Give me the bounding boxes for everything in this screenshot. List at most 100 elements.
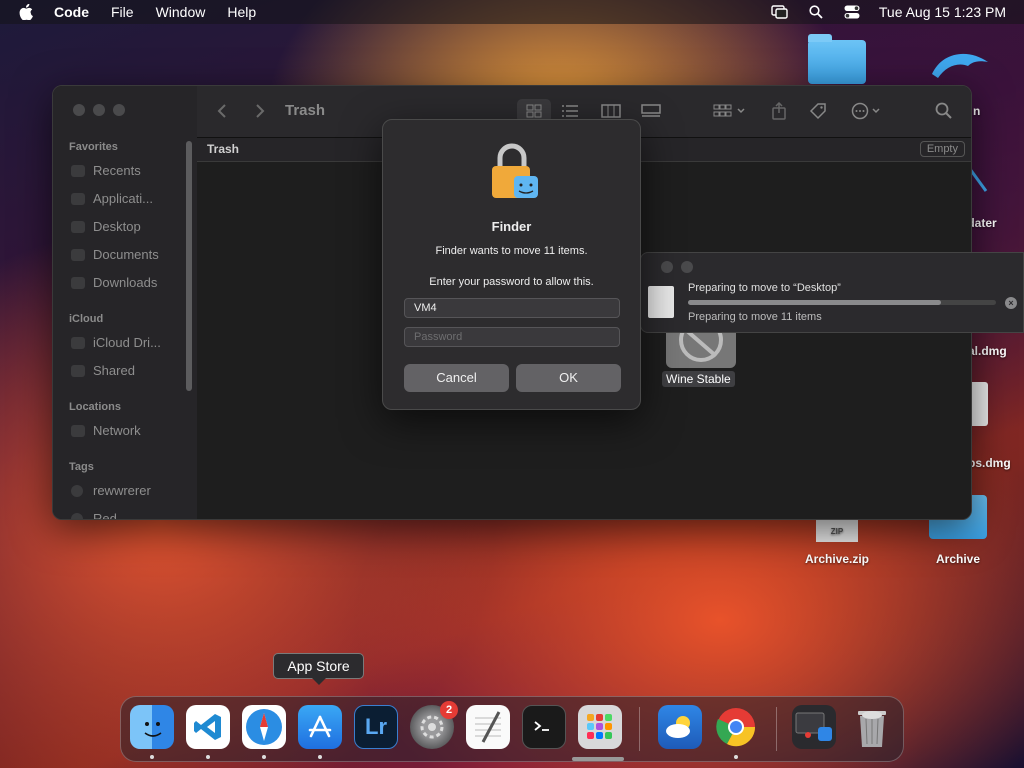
downloads-icon xyxy=(71,277,85,289)
menu-window[interactable]: Window xyxy=(156,4,206,20)
progress-minimize-button[interactable] xyxy=(661,261,673,273)
desktop-label-dmg1: al.dmg xyxy=(968,344,1007,358)
desktop-dolphin-app[interactable]: n xyxy=(925,44,995,118)
progress-zoom-button[interactable] xyxy=(681,261,693,273)
sidebar-item-shared[interactable]: Shared xyxy=(93,363,135,378)
launchpad-dock-icon[interactable] xyxy=(578,705,622,749)
menu-help[interactable]: Help xyxy=(227,4,256,20)
safari-dock-icon[interactable] xyxy=(242,705,286,749)
password-dialog: Finder Finder wants to move 11 items. En… xyxy=(382,119,641,410)
vscode-dock-icon[interactable] xyxy=(186,705,230,749)
close-button[interactable] xyxy=(73,104,85,116)
cancel-move-icon[interactable]: × xyxy=(1005,297,1017,309)
back-chevron-icon[interactable] xyxy=(217,100,227,122)
clock-icon xyxy=(71,165,85,177)
desktop-label-dmg2: ps.dmg xyxy=(968,456,1011,470)
sidebar-item-tag-red[interactable]: Red xyxy=(93,511,117,519)
gallery-view-icon[interactable] xyxy=(641,100,661,122)
tag-icon[interactable] xyxy=(809,100,827,122)
lightroom-dock-icon[interactable]: Lr xyxy=(354,705,398,749)
sidebar-section-favorites: Favorites xyxy=(69,141,118,153)
spotlight-search-icon[interactable] xyxy=(807,4,825,20)
lightroom-label: Lr xyxy=(365,714,387,739)
dock-separator xyxy=(776,707,777,751)
tag-dot-icon xyxy=(71,485,83,497)
search-icon[interactable] xyxy=(935,100,953,122)
document-icon xyxy=(648,286,674,318)
app-store-dock-icon[interactable] xyxy=(298,705,342,749)
empty-trash-button[interactable]: Empty xyxy=(919,141,965,157)
dock: Lr 2 xyxy=(120,696,904,762)
running-indicator xyxy=(150,755,154,759)
wine-stable-label[interactable]: Wine Stable xyxy=(662,371,735,387)
sidebar-item-network[interactable]: Network xyxy=(93,423,141,438)
more-actions-icon[interactable] xyxy=(851,100,883,122)
cancel-button[interactable]: Cancel xyxy=(404,364,509,392)
dock-tooltip: App Store xyxy=(273,653,364,685)
dolphin-icon xyxy=(932,53,988,78)
desktop-archive-zip[interactable]: ZIP Archive.zip xyxy=(800,518,874,566)
sidebar-item-downloads[interactable]: Downloads xyxy=(93,275,157,290)
password-field[interactable] xyxy=(404,327,620,347)
desktop-folder-icon[interactable] xyxy=(806,34,868,84)
sidebar-section-locations: Locations xyxy=(69,401,121,413)
dock-separator xyxy=(639,707,640,751)
trash-title: Trash xyxy=(207,142,240,156)
textedit-dock-icon[interactable] xyxy=(466,705,510,749)
menu-app-name[interactable]: Code xyxy=(54,4,89,20)
progress-window-controls xyxy=(641,261,693,273)
window-controls xyxy=(73,104,125,116)
documents-icon xyxy=(71,249,85,261)
menu-clock[interactable]: Tue Aug 15 1:23 PM xyxy=(879,4,1006,20)
finder-sidebar: Favorites Recents Applicati... Desktop D… xyxy=(53,86,197,519)
forward-chevron-icon[interactable] xyxy=(255,100,265,122)
dock-scroll-indicator xyxy=(572,757,624,761)
ok-button[interactable]: OK xyxy=(516,364,621,392)
menu-bar: Code File Window Help Tue Aug 15 1:23 PM xyxy=(0,0,1024,24)
progress-bar-fill xyxy=(688,300,941,305)
username-field[interactable]: VM4 xyxy=(404,298,620,318)
share-icon[interactable] xyxy=(771,100,787,122)
running-indicator xyxy=(262,755,266,759)
sidebar-item-icloud-drive[interactable]: iCloud Dri... xyxy=(93,335,161,350)
red-tag-icon xyxy=(71,513,83,519)
chrome-dock-icon[interactable] xyxy=(714,705,758,749)
sidebar-scrollbar[interactable] xyxy=(186,141,192,391)
running-indicator xyxy=(206,755,210,759)
notification-badge: 2 xyxy=(440,701,458,719)
zoom-button[interactable] xyxy=(113,104,125,116)
menu-file[interactable]: File xyxy=(111,4,134,20)
sidebar-item-documents[interactable]: Documents xyxy=(93,247,159,262)
dialog-prompt: Enter your password to allow this. xyxy=(429,276,594,288)
applications-icon xyxy=(71,193,85,205)
downloads-stack-icon[interactable] xyxy=(792,705,836,749)
wine-stable-icon[interactable] xyxy=(666,318,736,368)
move-progress-window: Preparing to move to “Desktop” Preparing… xyxy=(640,252,1024,333)
progress-bar xyxy=(688,300,996,305)
control-center-icon[interactable] xyxy=(843,4,861,20)
desktop-label-partial: n xyxy=(973,104,981,118)
desktop-label-archive-zip: Archive.zip xyxy=(804,552,870,566)
screen-mirroring-icon[interactable] xyxy=(771,4,789,20)
desktop-dmg-file-1[interactable]: al.dmg xyxy=(968,344,1024,358)
zip-file-icon: ZIP xyxy=(816,518,858,542)
system-settings-dock-icon[interactable]: 2 xyxy=(410,701,458,749)
group-by-icon[interactable] xyxy=(713,100,747,122)
terminal-dock-icon[interactable] xyxy=(522,705,566,749)
sidebar-item-desktop[interactable]: Desktop xyxy=(93,219,141,234)
sidebar-item-tag-rewwrerer[interactable]: rewwrerer xyxy=(93,483,151,498)
sidebar-item-applications[interactable]: Applicati... xyxy=(93,191,153,206)
minimize-button[interactable] xyxy=(93,104,105,116)
apple-menu-icon[interactable] xyxy=(18,4,34,20)
progress-title: Preparing to move to “Desktop” xyxy=(688,282,841,294)
network-icon xyxy=(71,425,85,437)
zip-tag: ZIP xyxy=(830,527,844,536)
trash-dock-icon[interactable] xyxy=(850,705,894,749)
sidebar-section-icloud: iCloud xyxy=(69,313,104,325)
sidebar-item-recents[interactable]: Recents xyxy=(93,163,141,178)
desktop-label-archive: Archive xyxy=(935,552,981,566)
weather-dock-icon[interactable] xyxy=(658,705,702,749)
finder-dock-icon[interactable] xyxy=(130,705,174,749)
desktop-dmg-file-2[interactable]: ps.dmg xyxy=(968,456,1024,470)
dialog-message: Finder wants to move 11 items. xyxy=(435,245,588,257)
